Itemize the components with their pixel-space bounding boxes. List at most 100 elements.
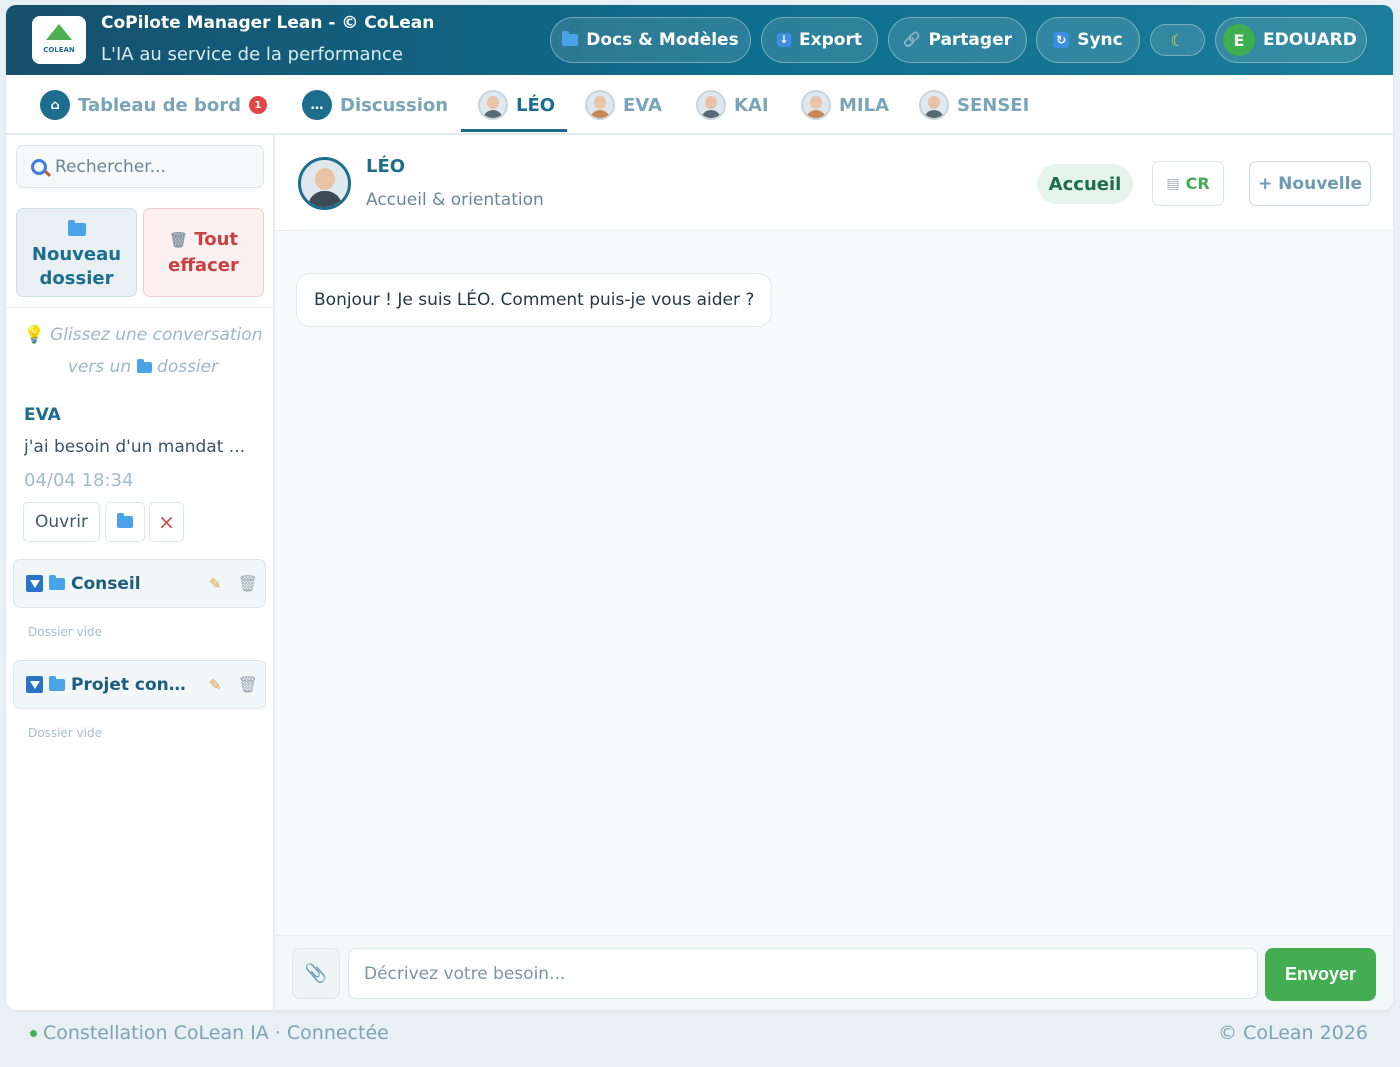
tab-kai[interactable]: KAI xyxy=(696,75,769,135)
folder-name: Conseil xyxy=(71,573,141,594)
share-label: Partager xyxy=(928,30,1012,50)
new-conversation-button[interactable]: + Nouvelle xyxy=(1249,161,1371,206)
drag-hint: 💡 Glissez une conversation vers un dossi… xyxy=(18,319,268,383)
clear-all-button[interactable]: 🗑 Tout effacer xyxy=(143,208,264,297)
tab-mila[interactable]: MILA xyxy=(801,75,889,135)
moon-icon: ☾ xyxy=(1170,30,1185,50)
trash-icon[interactable]: 🗑 xyxy=(238,574,258,593)
folder-row[interactable]: Conseil ✎ 🗑 xyxy=(13,559,266,608)
tab-label: Tableau de bord xyxy=(78,94,241,116)
copyright: © CoLean 2026 xyxy=(1218,1022,1368,1044)
folder-icon xyxy=(49,574,65,590)
sync-button[interactable]: ↻ Sync xyxy=(1036,17,1140,63)
edit-pencil-icon[interactable]: ✎ xyxy=(209,676,222,694)
status-text: Constellation CoLean IA · Connectée xyxy=(43,1022,389,1044)
theme-toggle-button[interactable]: ☾ xyxy=(1150,24,1205,56)
user-menu-button[interactable]: E EDOUARD xyxy=(1215,17,1367,63)
search-input[interactable] xyxy=(55,156,255,177)
folder-icon xyxy=(136,359,152,373)
chat-bubble-icon: … xyxy=(302,90,332,120)
top-bar: COLEAN CoPilote Manager Lean - © CoLean … xyxy=(6,5,1393,75)
lightbulb-icon: 💡 xyxy=(23,325,45,345)
folder-empty-text: Dossier vide xyxy=(28,625,102,639)
eva-avatar xyxy=(585,90,615,120)
tab-dashboard[interactable]: ⌂ Tableau de bord 1 xyxy=(40,75,267,135)
agent-name: LÉO xyxy=(366,156,406,177)
docs-models-label: Docs & Modèles xyxy=(586,30,739,50)
message-composer: 📎 Envoyer xyxy=(275,935,1393,1010)
folder-icon xyxy=(67,220,86,236)
sync-label: Sync xyxy=(1077,30,1123,50)
conversation-snippet[interactable]: j'ai besoin d'un mandat ... xyxy=(24,437,254,457)
folder-icon xyxy=(562,31,579,46)
tab-label: MILA xyxy=(839,94,890,116)
chat-header: LÉO Accueil & orientation Accueil ▤ CR +… xyxy=(275,135,1393,231)
agent-tabs: ⌂ Tableau de bord 1 … Discussion LÉO EVA… xyxy=(6,75,1393,135)
sensei-avatar xyxy=(919,90,949,120)
connection-status: Constellation CoLean IA · Connectée xyxy=(30,1022,389,1044)
mila-avatar xyxy=(801,90,831,120)
open-conversation-button[interactable]: Ouvrir xyxy=(23,502,100,542)
folder-name: Projet conc... xyxy=(71,674,189,695)
kai-avatar xyxy=(696,90,726,120)
close-icon: × xyxy=(158,510,175,534)
conversation-date: 04/04 18:34 xyxy=(24,470,134,491)
message-input[interactable] xyxy=(348,948,1258,999)
link-icon: 🔗 xyxy=(903,32,921,48)
hint-text-end: dossier xyxy=(157,357,219,377)
tab-leo[interactable]: LÉO xyxy=(478,75,555,135)
document-icon: ▤ xyxy=(1166,175,1180,192)
tab-sensei[interactable]: SENSEI xyxy=(919,75,1029,135)
status-dot-icon xyxy=(30,1029,37,1037)
export-label: Export xyxy=(799,30,862,50)
share-button[interactable]: 🔗 Partager xyxy=(888,17,1027,63)
send-button[interactable]: Envoyer xyxy=(1265,948,1376,1001)
paperclip-icon: 📎 xyxy=(304,963,328,984)
folder-row[interactable]: Projet conc... ✎ 🗑 xyxy=(13,660,266,709)
trash-icon[interactable]: 🗑 xyxy=(238,675,258,694)
chat-panel: LÉO Accueil & orientation Accueil ▤ CR +… xyxy=(275,135,1393,1010)
leo-avatar xyxy=(478,90,508,120)
search-box[interactable] xyxy=(16,145,264,188)
leo-avatar xyxy=(298,157,351,210)
report-label: CR xyxy=(1185,174,1210,193)
move-to-folder-button[interactable] xyxy=(105,502,145,542)
tab-label: Discussion xyxy=(340,94,449,116)
conversation-sidebar: Nouveau dossier 🗑 Tout effacer 💡 Glissez… xyxy=(6,135,275,1010)
tab-label: LÉO xyxy=(516,94,556,116)
export-button[interactable]: ↓ Export xyxy=(761,17,878,63)
app-window: COLEAN CoPilote Manager Lean - © CoLean … xyxy=(6,5,1393,1010)
mode-pill[interactable]: Accueil xyxy=(1037,164,1133,204)
user-name: EDOUARD xyxy=(1263,30,1357,50)
tab-label: KAI xyxy=(734,94,769,116)
app-subtitle: L'IA au service de la performance xyxy=(101,44,403,65)
attach-button[interactable]: 📎 xyxy=(292,948,340,999)
trash-icon: 🗑 xyxy=(168,231,189,249)
conversation-agent: EVA xyxy=(24,405,61,425)
docs-models-button[interactable]: Docs & Modèles xyxy=(550,17,751,63)
delete-conversation-button[interactable]: × xyxy=(149,502,184,542)
home-icon: ⌂ xyxy=(40,90,70,120)
new-folder-label: Nouveau dossier xyxy=(31,244,122,289)
app-title: CoPilote Manager Lean - © CoLean xyxy=(101,13,435,33)
edit-pencil-icon[interactable]: ✎ xyxy=(209,575,222,593)
download-arrow-icon: ↓ xyxy=(777,33,792,47)
tab-discussion[interactable]: … Discussion xyxy=(302,75,448,135)
tab-label: SENSEI xyxy=(957,94,1030,116)
search-icon xyxy=(31,158,47,175)
notification-badge: 1 xyxy=(248,96,267,114)
active-tab-indicator xyxy=(461,129,567,132)
logo-text: COLEAN xyxy=(43,46,75,54)
assistant-message: Bonjour ! Je suis LÉO. Comment puis-je v… xyxy=(296,273,773,327)
agent-role: Accueil & orientation xyxy=(366,190,544,210)
folder-icon xyxy=(49,675,65,691)
collapse-toggle-icon[interactable] xyxy=(26,676,43,693)
new-folder-button[interactable]: Nouveau dossier xyxy=(16,208,137,297)
collapse-toggle-icon[interactable] xyxy=(26,575,43,592)
folder-empty-text: Dossier vide xyxy=(28,726,102,740)
sync-icon: ↻ xyxy=(1053,32,1070,48)
report-button[interactable]: ▤ CR xyxy=(1152,161,1224,206)
user-avatar: E xyxy=(1223,24,1255,56)
mountain-icon xyxy=(46,24,72,40)
tab-eva[interactable]: EVA xyxy=(585,75,662,135)
